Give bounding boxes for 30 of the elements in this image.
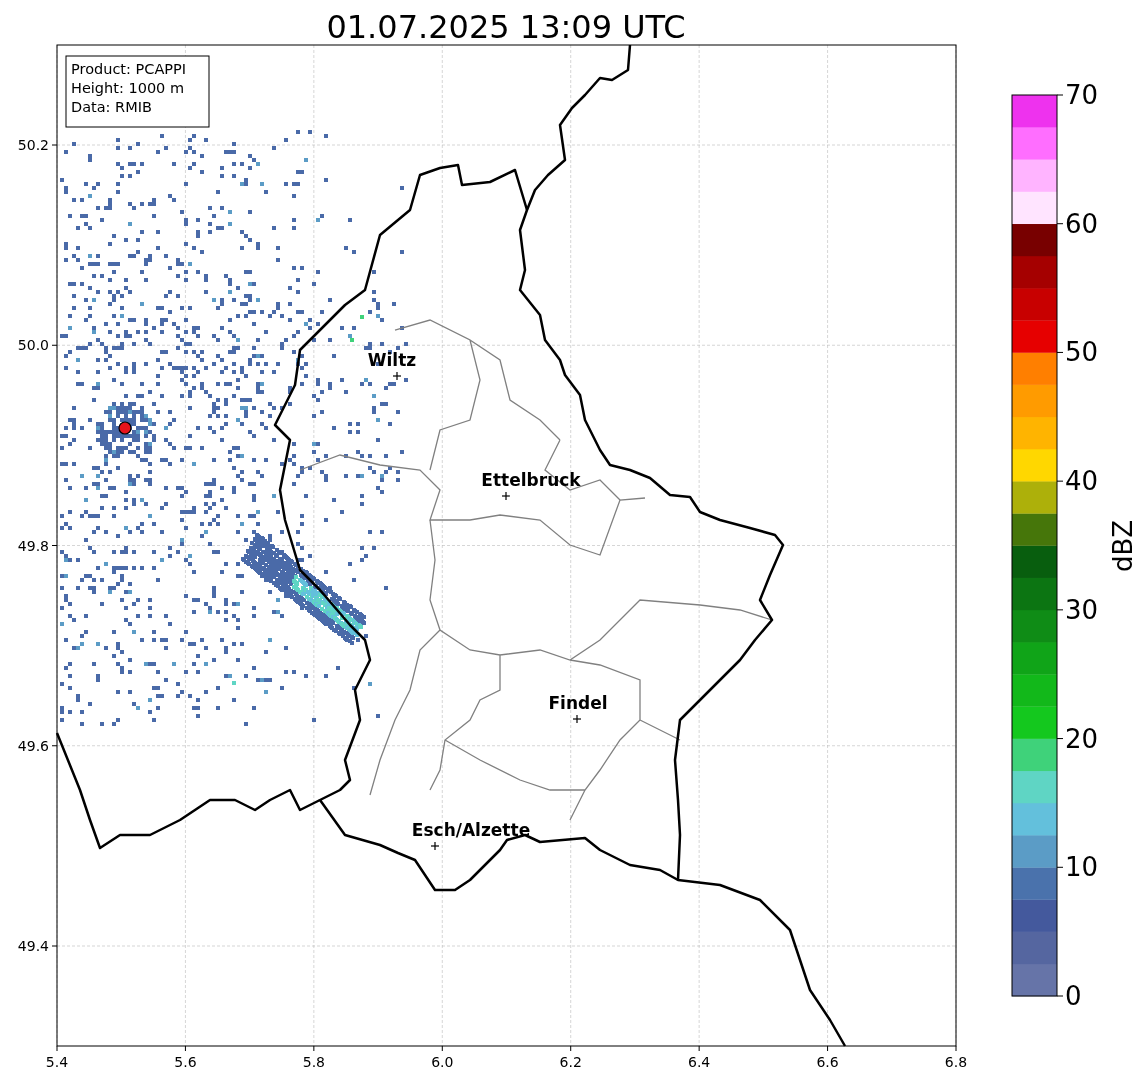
colorbar-label: dBZ (1108, 519, 1138, 573)
x-tick-label: 6.6 (816, 1054, 839, 1070)
colorbar-tick-label: 40 (1065, 466, 1099, 497)
x-tick-label: 6.2 (559, 1054, 582, 1070)
colorbar-tick-label: 70 (1065, 80, 1099, 110)
colorbar-tick-label: 30 (1065, 594, 1099, 625)
city-label: Findel (548, 693, 608, 713)
info-box-text: Data: RMIB (71, 99, 152, 115)
x-tick-label: 6.4 (688, 1054, 711, 1070)
city-label: Esch/Alzette (411, 820, 531, 840)
x-tick-label: 5.4 (45, 1054, 69, 1070)
x-tick-label: 5.8 (302, 1054, 325, 1070)
info-box-text: Height: 1000 m (71, 80, 185, 96)
colorbar-tick-label: 10 (1065, 852, 1099, 883)
info-box-text: Product: PCAPPI (71, 61, 187, 77)
x-tick-label: 6.8 (944, 1054, 968, 1070)
chart-title: 01.07.2025 13:09 UTC (326, 8, 686, 46)
x-tick-label: 6.0 (431, 1054, 454, 1070)
colorbar-tick-label: 60 (1065, 208, 1099, 239)
colorbar-tick-label: 20 (1065, 723, 1099, 754)
x-tick-label: 5.6 (174, 1054, 197, 1070)
colorbar-tick-label: 0 (1065, 981, 1082, 1011)
y-tick-label: 49.4 (17, 938, 49, 954)
city-label: Wiltz (367, 350, 417, 370)
y-tick-label: 50.0 (17, 337, 49, 354)
city-label: Ettelbruck (481, 470, 581, 490)
y-tick-label: 50.2 (17, 137, 49, 153)
y-tick-label: 49.6 (17, 737, 49, 754)
y-tick-label: 49.8 (17, 537, 49, 554)
colorbar-tick-label: 50 (1065, 337, 1099, 368)
